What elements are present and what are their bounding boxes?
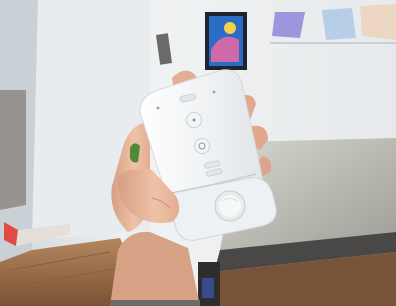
- mute-button: [194, 138, 210, 154]
- action-button-dot: [192, 118, 196, 122]
- sleeve: [110, 300, 200, 306]
- mic-dot-left: [156, 106, 160, 110]
- shelf-line: [270, 42, 396, 44]
- print-peach: [360, 4, 396, 40]
- mic-dot-right: [212, 90, 216, 94]
- print-blue: [322, 8, 356, 40]
- photo-scene: [0, 0, 396, 306]
- photo-illustration: [0, 0, 396, 306]
- person-silhouette: [0, 90, 26, 210]
- blue-reflection: [202, 278, 214, 298]
- print-purple: [272, 12, 305, 38]
- artwork-dot: [224, 22, 236, 34]
